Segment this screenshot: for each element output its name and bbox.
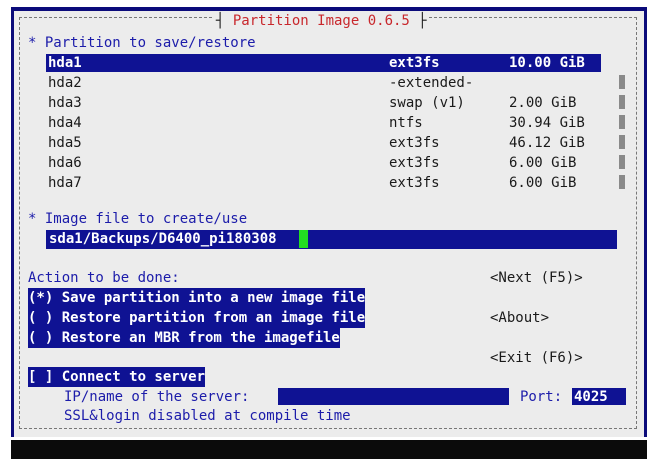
partition-name: hda5	[48, 135, 82, 151]
image-file-value: sda1/Backups/D6400_pi180308	[49, 231, 277, 247]
partition-fs: ext3fs	[389, 135, 440, 151]
scrollbar-track[interactable]	[619, 115, 625, 129]
title-bar: ┤ Partition Image 0.6.5 ├	[214, 11, 429, 31]
partition-name: hda4	[48, 115, 82, 131]
screen-margin	[0, 0, 11, 459]
scrollbar-track[interactable]	[619, 95, 625, 109]
port-label: Port:	[520, 389, 563, 405]
scrollbar-thumb[interactable]	[619, 75, 625, 89]
partition-size: 10.00 GiB	[509, 55, 585, 71]
partition-size: 2.00 GiB	[509, 95, 577, 111]
next-button[interactable]: <Next (F5)>	[490, 268, 583, 288]
partition-name: hda3	[48, 95, 82, 111]
scrollbar-track[interactable]	[619, 155, 625, 169]
screen-bottom-bar	[11, 440, 647, 459]
partition-fs: ext3fs	[389, 155, 440, 171]
partition-size: 6.00 GiB	[509, 175, 577, 191]
about-button[interactable]: <About>	[490, 308, 549, 328]
text-cursor	[299, 230, 308, 248]
server-input[interactable]	[278, 388, 509, 405]
server-label: IP/name of the server:	[64, 389, 250, 405]
action-restore-partition-option[interactable]: ( ) Restore partition from an image file	[28, 308, 366, 328]
partition-size: 30.94 GiB	[509, 115, 585, 131]
exit-button[interactable]: <Exit (F6)>	[490, 348, 583, 368]
partition-fs: swap (v1)	[389, 95, 465, 111]
partition-fs: -extended-	[389, 75, 474, 91]
title-right-tick: ├	[409, 13, 427, 29]
partition-size: 46.12 GiB	[509, 135, 585, 151]
partition-name: hda7	[48, 175, 82, 191]
window-title: Partition Image 0.6.5	[232, 13, 410, 29]
connect-server-checkbox[interactable]: [ ] Connect to server	[28, 367, 206, 387]
partition-section-header: * Partition to save/restore	[28, 35, 256, 51]
port-value: 4025	[574, 389, 608, 405]
partition-name: hda1	[48, 55, 82, 71]
partition-size: 6.00 GiB	[509, 155, 577, 171]
title-left-tick: ┤	[216, 13, 233, 29]
action-section-header: Action to be done:	[28, 270, 180, 286]
image-section-header: * Image file to create/use	[28, 211, 248, 227]
partition-fs: ext3fs	[389, 55, 440, 71]
main-dialog: ┤ Partition Image 0.6.5 ├ * Partition to…	[14, 11, 644, 437]
partition-fs: ext3fs	[389, 175, 440, 191]
partition-name: hda6	[48, 155, 82, 171]
scrollbar-track[interactable]	[619, 135, 625, 149]
scrollbar-track[interactable]	[619, 175, 625, 189]
partition-name: hda2	[48, 75, 82, 91]
action-restore-mbr-option[interactable]: ( ) Restore an MBR from the imagefile	[28, 328, 340, 348]
action-save-option[interactable]: (*) Save partition into a new image file	[28, 288, 366, 308]
ssl-note: SSL&login disabled at compile time	[64, 408, 351, 424]
partition-fs: ntfs	[389, 115, 423, 131]
